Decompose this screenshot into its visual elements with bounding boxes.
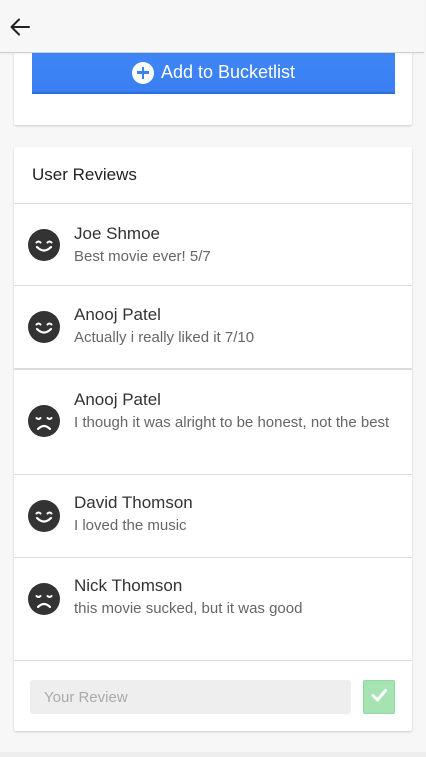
app-screen: Add to Bucketlist User Reviews Joe Shmoe	[0, 0, 426, 757]
reviewer-name: Anooj Patel	[74, 390, 161, 409]
smiley-happy-icon	[28, 229, 60, 261]
reviewer-name: Joe Shmoe	[74, 224, 160, 243]
review-text: Actually i really liked it 7/10	[74, 329, 255, 346]
arrow-left-icon	[9, 16, 31, 43]
list-item: David Thomson I loved the music	[14, 474, 412, 557]
user-reviews-card: User Reviews Joe Shmoe Best movie ever! …	[14, 147, 412, 731]
reviewer-name: Anooj Patel	[74, 305, 161, 324]
list-item: Anooj Patel I though it was alright to b…	[14, 368, 412, 474]
top-app-bar	[0, 0, 424, 53]
review-compose-bar	[14, 660, 412, 731]
reviewer-name: Nick Thomson	[74, 576, 183, 595]
bottom-edge	[0, 752, 426, 757]
add-to-bucketlist-label: Add to Bucketlist	[160, 62, 296, 82]
checkmark-icon	[370, 686, 388, 709]
submit-review-button[interactable]	[363, 680, 395, 714]
smiley-sad-icon	[28, 405, 60, 437]
back-button[interactable]	[6, 15, 34, 43]
scroll-content[interactable]: Add to Bucketlist User Reviews Joe Shmoe	[0, 53, 426, 757]
reviews-heading: User Reviews	[32, 165, 137, 184]
add-to-bucketlist-button[interactable]: Add to Bucketlist	[32, 53, 395, 94]
list-item: Joe Shmoe Best movie ever! 5/7	[14, 203, 412, 285]
review-input[interactable]	[30, 680, 351, 714]
list-item: Nick Thomson this movie sucked, but it w…	[14, 557, 412, 660]
list-item: Anooj Patel Actually i really liked it 7…	[14, 285, 412, 368]
smiley-happy-icon	[28, 311, 60, 343]
smiley-sad-icon	[28, 583, 60, 615]
actions-card: Add to Bucketlist	[14, 53, 412, 125]
review-text: Best movie ever! 5/7	[74, 248, 211, 265]
smiley-happy-icon	[28, 500, 60, 532]
plus-circle-icon	[131, 61, 154, 84]
review-text: I though it was alright to be honest, no…	[74, 414, 390, 431]
review-text: this movie sucked, but it was good	[74, 600, 303, 617]
review-text: I loved the music	[74, 517, 187, 534]
reviewer-name: David Thomson	[74, 493, 193, 512]
review-list: Joe Shmoe Best movie ever! 5/7 Anooj Pat…	[14, 203, 412, 660]
